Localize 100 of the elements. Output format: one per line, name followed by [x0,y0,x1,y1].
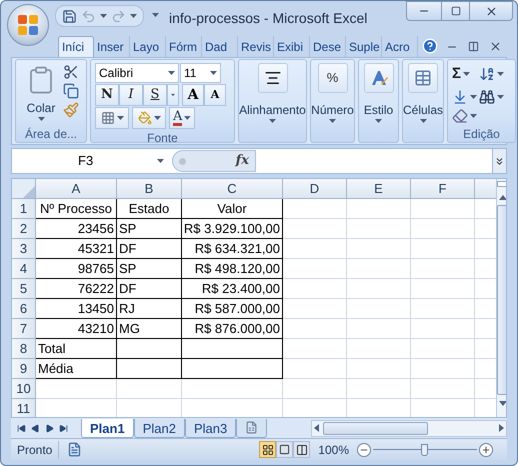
zoom-slider[interactable] [373,442,477,456]
row-header[interactable]: 9 [12,359,36,379]
sheet-tab[interactable]: Plan1 [81,418,134,438]
paste-button[interactable]: Colar [19,62,63,125]
help-icon[interactable] [422,38,438,54]
font-size-field[interactable]: 11 [180,63,221,83]
row-header[interactable]: 4 [12,259,36,279]
close-icon[interactable] [489,40,502,53]
scroll-down-icon[interactable] [499,401,506,406]
grid-icon [262,444,274,456]
sheet-tab[interactable]: Plan2 [134,418,185,438]
save-icon[interactable] [62,8,77,24]
table-cell: SP [117,219,182,239]
table-cell [283,319,347,339]
ribbon-tab[interactable]: Iníci [58,36,94,57]
office-button[interactable] [7,4,49,46]
table-cell [283,279,347,299]
column-header[interactable]: E [347,179,411,199]
office-logo-icon [17,14,39,36]
zoom-out-button[interactable] [357,442,371,456]
scroll-right-icon[interactable] [499,424,504,432]
restore-icon[interactable] [468,41,479,52]
table-cell [411,259,475,279]
scroll-thumb[interactable] [497,205,506,395]
shrink-font-button[interactable]: A [204,84,226,106]
group-label: Fonte [147,130,178,146]
table-cell: RJ [117,299,182,319]
maximize-button[interactable] [442,1,469,21]
font-color-button[interactable]: A [169,107,195,129]
column-header[interactable]: F [411,179,475,199]
borders-button[interactable] [95,107,129,129]
row-header[interactable]: 8 [12,339,36,359]
row-header[interactable]: 2 [12,219,36,239]
horizontal-scrollbar[interactable] [311,420,507,436]
column-header[interactable]: D [283,179,347,199]
row-header[interactable]: 5 [12,279,36,299]
zoom-slider-thumb[interactable] [421,444,428,456]
cells-icon [414,69,432,87]
cut-icon[interactable] [63,64,79,80]
row-header[interactable]: 6 [12,299,36,319]
page-break-button[interactable] [293,441,310,458]
sort-icon [479,66,495,82]
font-name-field[interactable]: Calibri [95,63,179,83]
fill-color-button[interactable] [132,107,166,129]
row-header[interactable]: 11 [12,399,36,417]
first-sheet-icon[interactable] [17,424,26,432]
copy-icon[interactable] [63,83,79,99]
table-cell: 76222 [36,279,117,299]
row-header[interactable]: 7 [12,319,36,339]
close-icon [484,4,498,18]
table-cell [283,379,347,399]
last-sheet-icon[interactable] [59,424,68,432]
table-cell [347,299,411,319]
next-sheet-icon[interactable] [45,424,54,432]
table-cell: R$ 498.120,00 [182,259,283,279]
zoom-level[interactable]: 100% [318,440,349,458]
scroll-left-icon[interactable] [314,424,319,432]
row-header[interactable]: 3 [12,239,36,259]
row-header[interactable]: 10 [12,379,36,399]
table-cell: R$ 23.400,00 [182,279,283,299]
dropdown-caret-icon [470,94,477,98]
binoculars-icon [479,88,495,104]
fill-down-icon [452,88,468,104]
previous-sheet-icon[interactable] [31,424,40,432]
zoom-in-button[interactable] [479,442,493,456]
column-header[interactable]: A [36,179,117,199]
clear-button[interactable] [452,108,477,124]
find-button[interactable] [479,88,504,104]
table-cell: 13450 [36,299,117,319]
bold-button[interactable]: N [95,84,119,106]
table-cell: SP [117,259,182,279]
vertical-scrollbar[interactable] [496,179,506,417]
row-header[interactable]: 1 [12,199,36,219]
fill-button[interactable] [452,88,477,104]
close-button[interactable] [469,1,513,21]
strikethrough-button[interactable]: S [143,84,167,106]
table-cell [411,279,475,299]
grow-font-button[interactable]: A [182,84,204,106]
dropdown-caret-icon [184,116,191,120]
table-cell [283,299,347,319]
macro-record-icon[interactable] [67,442,82,457]
horizontal-scroll-thumb[interactable] [323,422,428,434]
table-cell [347,339,411,359]
page-layout-button[interactable] [276,441,294,458]
table-cell [347,199,411,219]
percent-glyph: % [326,69,338,88]
scroll-up-icon[interactable] [499,195,506,200]
italic-button[interactable]: I [119,84,143,106]
column-header[interactable]: B [117,179,182,199]
table-cell: 43210 [36,319,117,339]
dropdown-caret-icon [171,93,175,97]
sheet-tab[interactable]: Plan3 [184,418,236,438]
customize-toolbar-icon [152,13,159,17]
autosum-button[interactable]: Σ [452,63,477,86]
dropdown-caret-icon [497,72,504,76]
table-cell [347,359,411,379]
table-cell: R$ 634.321,00 [182,239,283,259]
column-header[interactable]: C [182,179,283,199]
dropdown-caret-icon [38,117,44,121]
normal-view-button[interactable] [259,441,276,458]
